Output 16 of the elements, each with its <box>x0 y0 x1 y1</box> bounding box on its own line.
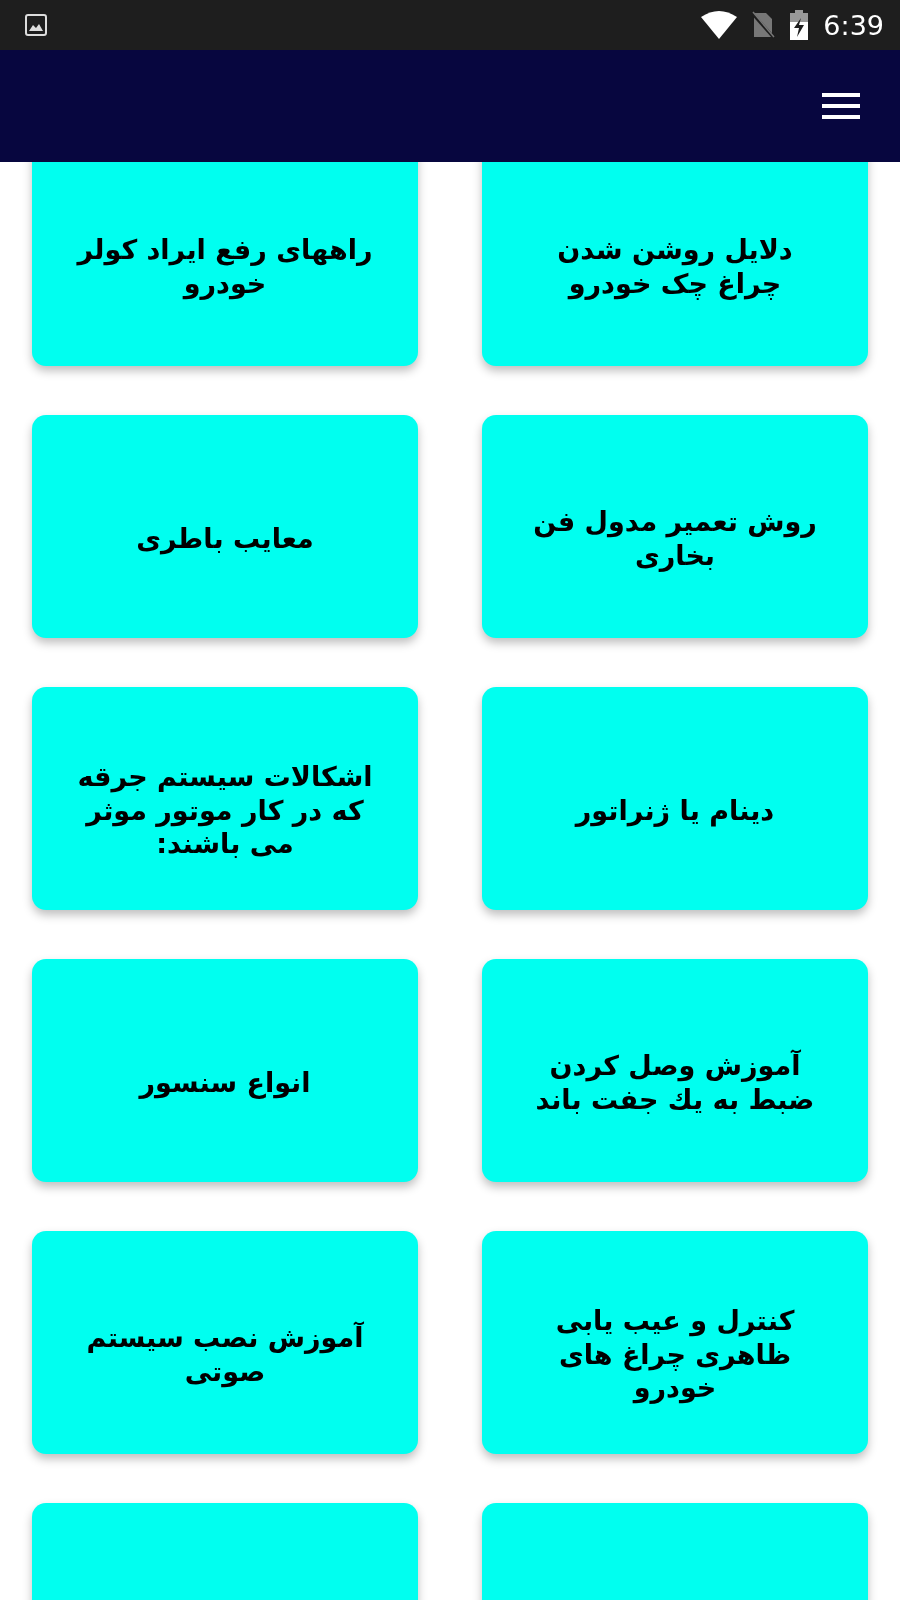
clock-time: 6:39 <box>823 9 884 41</box>
wifi-icon <box>701 11 738 39</box>
no-sim-icon <box>751 11 776 39</box>
image-icon <box>24 13 48 37</box>
topic-card[interactable]: اشکالات سیستم جرقه که در کار موتور موثر می باشند: <box>32 687 418 910</box>
menu-icon[interactable] <box>822 92 860 120</box>
topic-card[interactable]: معایب باطری <box>32 415 418 638</box>
battery-charging-icon <box>789 10 810 40</box>
topic-card[interactable]: کنترل و عیب یابی ظاهری چراغ های خودرو <box>482 1231 868 1454</box>
topic-card[interactable]: راههای رفع ایراد کولر خودرو <box>32 162 418 366</box>
topic-card[interactable]: دلایل روشن شدن چراغ چک خودرو <box>482 162 868 366</box>
topic-card[interactable]: آموزش نصب سیستم صوتی <box>32 1231 418 1454</box>
topic-card[interactable]: روش تعمیر مدول فن بخاری <box>482 415 868 638</box>
topic-card[interactable]: دینام یا ژنراتور <box>482 687 868 910</box>
topic-card[interactable]: آموزش وصل کردن ضبط به یك جفت باند <box>482 959 868 1182</box>
topic-card[interactable]: انواع سنسور <box>32 959 418 1182</box>
